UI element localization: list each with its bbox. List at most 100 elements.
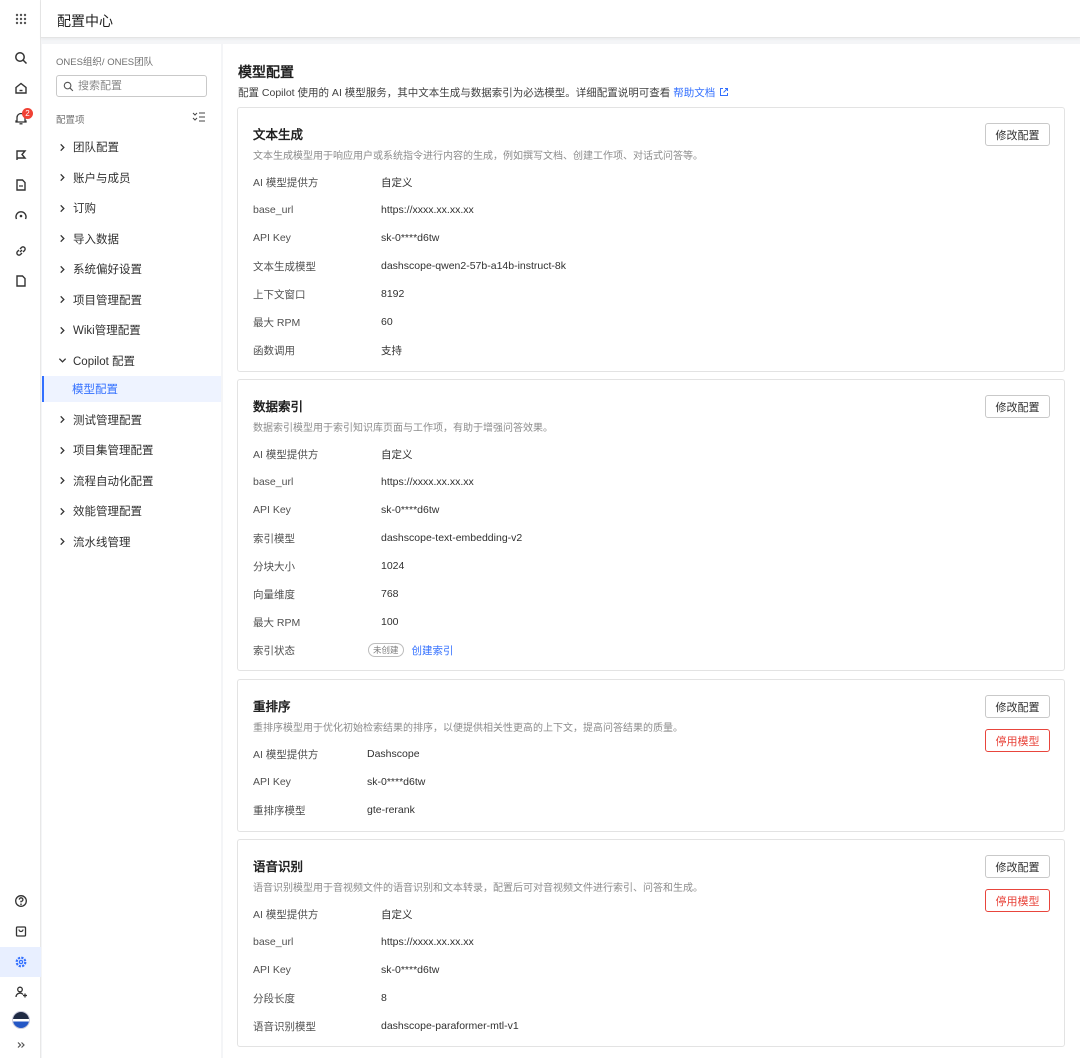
nav-subitem-model-config[interactable]: 模型配置 [42,375,221,402]
nav-item-wiki[interactable]: Wiki管理配置 [42,315,221,346]
nav-item-preferences[interactable]: 系统偏好设置 [42,254,221,285]
chevron-right-icon [60,416,65,424]
field-row: AI 模型提供方 自定义 [253,174,413,190]
avatar-image [11,1011,30,1029]
notification-badge: 2 [22,108,33,119]
field-label: 索引状态 [253,644,295,657]
field-row: base_url https://xxxx.xx.xx.xx [253,934,474,950]
disable-model-button[interactable]: 停用模型 [985,729,1050,752]
nav-item-import[interactable]: 导入数据 [42,224,221,255]
field-label: 语音识别模型 [253,1020,316,1033]
field-value: 8192 [381,288,405,300]
nav-item-subscription[interactable]: 订购 [42,193,221,224]
field-value: 100 [381,616,399,628]
card-description: 文本生成模型用于响应用户或系统指令进行内容的生成，例如撰写文档、创建工作项、对话… [253,151,703,162]
help-doc-label: 帮助文档 [673,87,716,99]
card-description: 语音识别模型用于音视频文件的语音识别和文本转录，配置后可对音视频文件进行索引、问… [253,883,703,894]
field-value: 支持 [381,344,402,357]
field-row: 分块大小 1024 [253,558,404,574]
field-label: 文本生成模型 [253,260,316,273]
app-store-icon[interactable] [0,916,41,946]
add-user-icon[interactable] [0,977,41,1007]
chevron-right-icon [60,477,65,485]
config-nav: 团队配置 账户与成员 订购 导入数据 系统偏好设置 项目管理配置 Wiki管理配… [42,132,221,557]
field-label: 函数调用 [253,344,295,357]
main-content: 模型配置 配置 Copilot 使用的 AI 模型服务，其中文本生成与数据索引为… [223,44,1080,1058]
chevron-right-icon [60,174,65,182]
page-description-text: 配置 Copilot 使用的 AI 模型服务，其中文本生成与数据索引为必选模型。… [238,87,671,99]
external-link-icon [720,88,729,96]
field-row: AI 模型提供方 自定义 [253,446,413,462]
document-icon[interactable] [0,170,41,200]
field-label: 上下文窗口 [253,288,306,301]
field-value: dashscope-qwen2-57b-a14b-instruct-8k [381,260,567,272]
field-value: Dashscope [367,748,420,760]
nav-subitem-label: 模型配置 [72,383,118,396]
text-generation-card: 文本生成 文本生成模型用于响应用户或系统指令进行内容的生成，例如撰写文档、创建工… [237,107,1065,372]
field-label: 向量维度 [253,588,295,601]
edit-config-button[interactable]: 修改配置 [985,123,1050,146]
field-row: base_url https://xxxx.xx.xx.xx [253,474,474,490]
apps-grid-icon[interactable] [0,4,41,34]
notification-bell-icon[interactable]: 2 [0,103,41,133]
help-icon[interactable] [0,886,41,916]
settings-gear-icon[interactable] [0,947,41,977]
field-label: base_url [253,936,294,948]
card-title: 文本生成 [253,128,304,142]
search-icon[interactable] [0,43,41,73]
field-label: 重排序模型 [253,804,306,817]
data-index-card: 数据索引 数据索引模型用于索引知识库页面与工作项，有助于增强问答效果。 修改配置… [237,379,1065,671]
help-doc-link[interactable]: 帮助文档 [673,87,729,99]
dashboard-gauge-icon[interactable] [0,200,41,230]
nav-item-project[interactable]: 项目管理配置 [42,285,221,316]
nav-item-pipeline[interactable]: 流水线管理 [42,527,221,558]
nav-item-performance[interactable]: 效能管理配置 [42,496,221,527]
field-value: 自定义 [381,908,413,921]
field-label: 索引模型 [253,532,295,545]
search-input[interactable] [78,80,198,92]
field-row: AI 模型提供方 自定义 [253,906,413,922]
home-icon[interactable] [0,73,41,103]
file-icon[interactable] [0,266,41,296]
nav-item-label: 效能管理配置 [73,506,142,519]
nav-item-automation[interactable]: 流程自动化配置 [42,466,221,497]
section-label: 配置项 [56,115,85,126]
chevron-right-icon [60,507,65,515]
field-row: 最大 RPM 60 [253,314,393,330]
edit-config-button[interactable]: 修改配置 [985,695,1050,718]
nav-item-label: 导入数据 [73,233,119,246]
card-title: 语音识别 [253,860,304,874]
link-icon[interactable] [0,236,41,266]
nav-item-program[interactable]: 项目集管理配置 [42,435,221,466]
search-box[interactable] [56,75,207,97]
field-row: 重排序模型 gte-rerank [253,802,415,818]
field-label: AI 模型提供方 [253,748,319,761]
edit-config-button[interactable]: 修改配置 [985,395,1050,418]
project-icon[interactable] [0,140,41,170]
create-index-link[interactable]: 创建索引 [412,643,454,658]
card-title: 重排序 [253,700,291,714]
nav-item-team[interactable]: 团队配置 [42,132,221,163]
chevron-right-icon [60,296,65,304]
disable-model-button[interactable]: 停用模型 [985,889,1050,912]
field-label: API Key [253,964,291,976]
nav-item-label: 账户与成员 [73,172,131,185]
speech-recognition-card: 语音识别 语音识别模型用于音视频文件的语音识别和文本转录，配置后可对音视频文件进… [237,839,1065,1047]
field-value: 1024 [381,560,405,572]
nav-item-copilot[interactable]: Copilot 配置 [42,346,221,376]
nav-item-testing[interactable]: 测试管理配置 [42,405,221,436]
field-value: 768 [381,588,399,600]
collapse-all-icon[interactable] [192,111,206,123]
field-label: API Key [253,232,291,244]
field-label: API Key [253,776,291,788]
card-description: 数据索引模型用于索引知识库页面与工作项，有助于增强问答效果。 [253,423,553,434]
expand-rail-icon[interactable] [0,1032,41,1058]
field-value: dashscope-paraformer-mtl-v1 [381,1020,519,1032]
user-avatar[interactable] [0,1005,41,1035]
edit-config-button[interactable]: 修改配置 [985,855,1050,878]
field-row: API Key sk-0****d6tw [253,774,425,790]
chevron-right-icon [60,235,65,243]
nav-item-label: 项目集管理配置 [73,445,154,458]
chevron-right-icon [60,326,65,334]
nav-item-accounts[interactable]: 账户与成员 [42,163,221,194]
